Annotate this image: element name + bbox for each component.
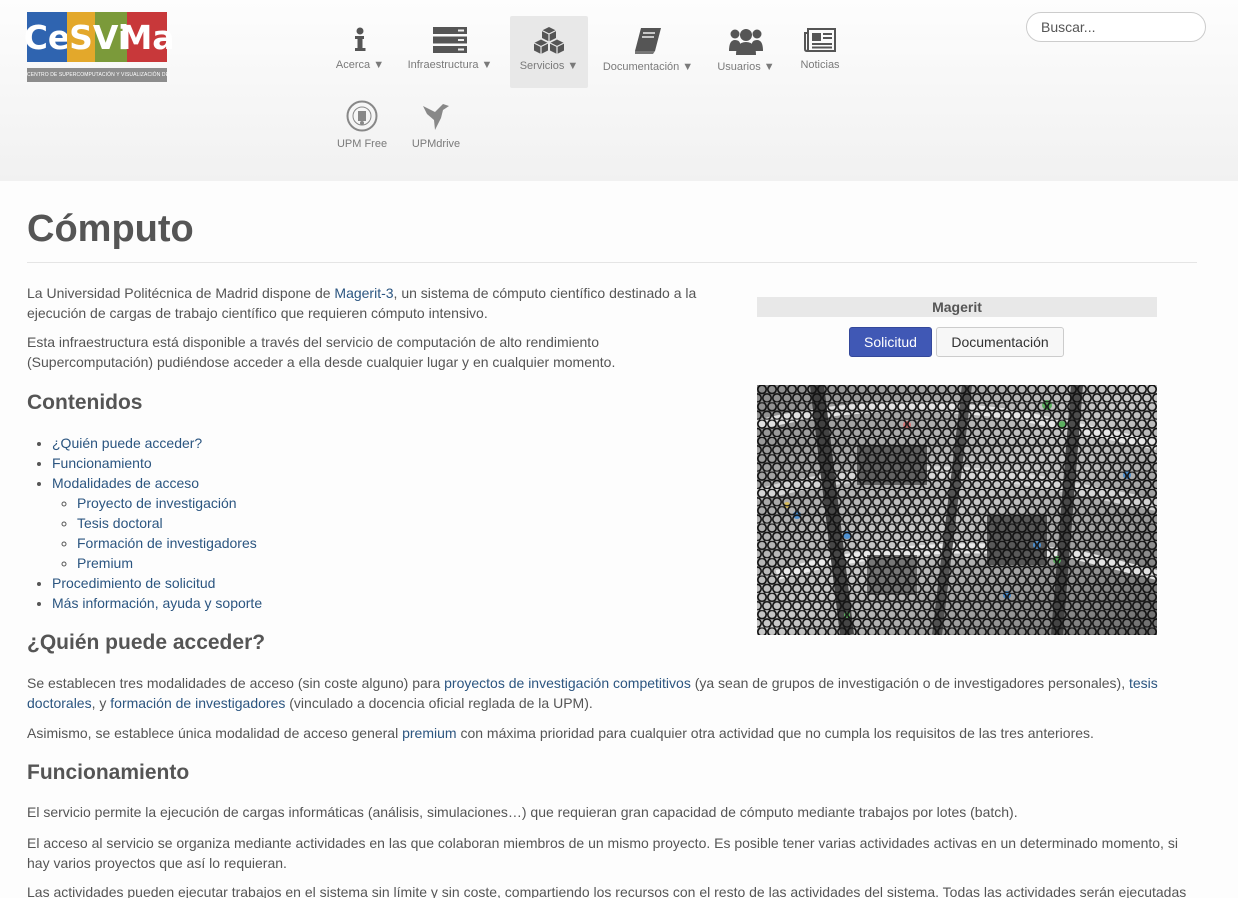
logo-letter: S [67, 12, 95, 62]
toc-link-thesis[interactable]: Tesis doctoral [77, 515, 163, 531]
nav-label: Infraestructura ▼ [407, 59, 493, 71]
server-rack-illustration [757, 385, 1157, 635]
thesis-link-part2[interactable]: doctorales [27, 695, 92, 711]
toc-link-procedure[interactable]: Procedimiento de solicitud [52, 575, 215, 591]
intro-paragraph-2: Esta infraestructura está disponible a t… [27, 332, 727, 372]
upm-seal-icon [346, 100, 378, 132]
toc-link-premium[interactable]: Premium [77, 555, 133, 571]
thesis-link-part1[interactable]: tesis [1129, 675, 1158, 691]
page-title: Cómputo [27, 208, 194, 250]
intro-text: (Supercomputación) pudiéndose acceder a … [27, 354, 616, 370]
nav-infraestructura[interactable]: Infraestructura ▼ [402, 17, 498, 87]
request-button[interactable]: Solicitud [849, 327, 932, 357]
intro-paragraph-1: La Universidad Politécnica de Madrid dis… [27, 283, 727, 323]
users-icon [729, 29, 763, 55]
nav-upm-free[interactable]: UPM Free [330, 90, 394, 156]
title-divider [27, 262, 1197, 263]
newspaper-icon [804, 28, 836, 52]
intro-text: La Universidad Politécnica de Madrid dis… [27, 285, 335, 301]
server-rack-image [757, 385, 1157, 635]
toc-subitem: Tesis doctoral [77, 513, 262, 533]
cubes-icon [533, 27, 565, 54]
who-heading: ¿Quién puede acceder? [27, 631, 266, 654]
who-text: Se establecen tres modalidades de acceso… [27, 675, 445, 691]
func-text: hay varios proyectos que así lo requiera… [27, 855, 287, 871]
toc-subitem: Premium [77, 553, 262, 573]
intro-text: Esta infraestructura está disponible a t… [27, 334, 599, 350]
nav-noticias[interactable]: Noticias [792, 17, 848, 87]
func-paragraph-1: El servicio permite la ejecución de carg… [27, 804, 1018, 820]
who-text: (ya sean de grupos de investigación o de… [690, 675, 1129, 691]
who-paragraph-1: Se establecen tres modalidades de acceso… [27, 673, 1197, 713]
toc-link-how[interactable]: Funcionamiento [52, 455, 152, 471]
nav-label: Noticias [800, 59, 840, 71]
intro-text: ejecución de cargas de trabajo científic… [27, 305, 488, 321]
info-icon [355, 27, 366, 51]
toc-link-more[interactable]: Más información, ayuda y soporte [52, 595, 262, 611]
nav-servicios[interactable]: Servicios ▼ [510, 16, 588, 88]
training-link[interactable]: formación de investigadores [110, 695, 285, 711]
intro-text: , un sistema de cómputo científico desti… [393, 285, 697, 301]
logo-tagline: CENTRO DE SUPERCOMPUTACIÓN Y VISUALIZACI… [27, 68, 167, 82]
bird-icon [423, 104, 449, 130]
func-paragraph-2: El acceso al servicio se organiza median… [27, 833, 1197, 873]
nav-documentacion[interactable]: Documentación ▼ [598, 17, 698, 87]
nav-acerca[interactable]: Acerca ▼ [330, 17, 390, 87]
who-paragraph-2: Asimismo, se establece única modalidad d… [27, 723, 1197, 743]
search-input[interactable] [1026, 12, 1206, 42]
who-text: Asimismo, se establece única modalidad d… [27, 725, 403, 741]
logo-letter: Ce [24, 12, 70, 62]
toc-item: Funcionamiento [52, 453, 262, 473]
nav-label: UPM Free [336, 138, 388, 150]
table-of-contents: ¿Quién puede acceder? Funcionamiento Mod… [52, 433, 262, 613]
contents-heading: Contenidos [27, 391, 143, 414]
cesvima-logo[interactable]: Ce S Vi Ma CENTRO DE SUPERCOMPUTACIÓN Y … [24, 12, 175, 87]
site-header: Ce S Vi Ma CENTRO DE SUPERCOMPUTACIÓN Y … [0, 0, 1238, 181]
func-text: El acceso al servicio se organiza median… [27, 835, 1178, 851]
documentation-button[interactable]: Documentación [936, 327, 1064, 357]
nav-label: Servicios ▼ [519, 60, 579, 72]
toc-link-modes[interactable]: Modalidades de acceso [52, 475, 199, 491]
toc-sublist: Proyecto de investigación Tesis doctoral… [77, 493, 262, 573]
toc-item: Procedimiento de solicitud [52, 573, 262, 593]
toc-item: Más información, ayuda y soporte [52, 593, 262, 613]
who-text: , y [91, 695, 111, 711]
nav-label: Documentación ▼ [602, 61, 694, 73]
toc-item: ¿Quién puede acceder? [52, 433, 262, 453]
server-icon [433, 27, 467, 53]
toc-link-project[interactable]: Proyecto de investigación [77, 495, 237, 511]
func-heading: Funcionamiento [27, 761, 190, 784]
research-projects-link[interactable]: proyectos de investigación competitivos [444, 675, 691, 691]
toc-item: Modalidades de acceso Proyecto de invest… [52, 473, 262, 573]
toc-link-who[interactable]: ¿Quién puede acceder? [52, 435, 202, 451]
magerit-link[interactable]: Magerit-3 [334, 285, 393, 301]
sidebar-title: Magerit [757, 297, 1157, 317]
func-paragraph-3: Las actividades pueden ejecutar trabajos… [27, 884, 1187, 898]
who-text: (vinculado a docencia oficial reglada de… [285, 695, 593, 711]
who-text: con máxima prioridad para cualquier otra… [456, 725, 1094, 741]
nav-label: Usuarios ▼ [717, 61, 775, 73]
toc-subitem: Formación de investigadores [77, 533, 262, 553]
nav-upmdrive[interactable]: UPMdrive [404, 90, 468, 156]
logo-letter: Ma [119, 12, 175, 62]
nav-label: UPMdrive [411, 138, 461, 150]
logo-letters: Ce S Vi Ma [24, 12, 175, 62]
toc-link-training[interactable]: Formación de investigadores [77, 535, 257, 551]
toc-subitem: Proyecto de investigación [77, 493, 262, 513]
premium-link[interactable]: premium [402, 725, 456, 741]
book-icon [635, 28, 661, 54]
nav-label: Acerca ▼ [335, 59, 385, 71]
nav-usuarios[interactable]: Usuarios ▼ [712, 17, 780, 87]
